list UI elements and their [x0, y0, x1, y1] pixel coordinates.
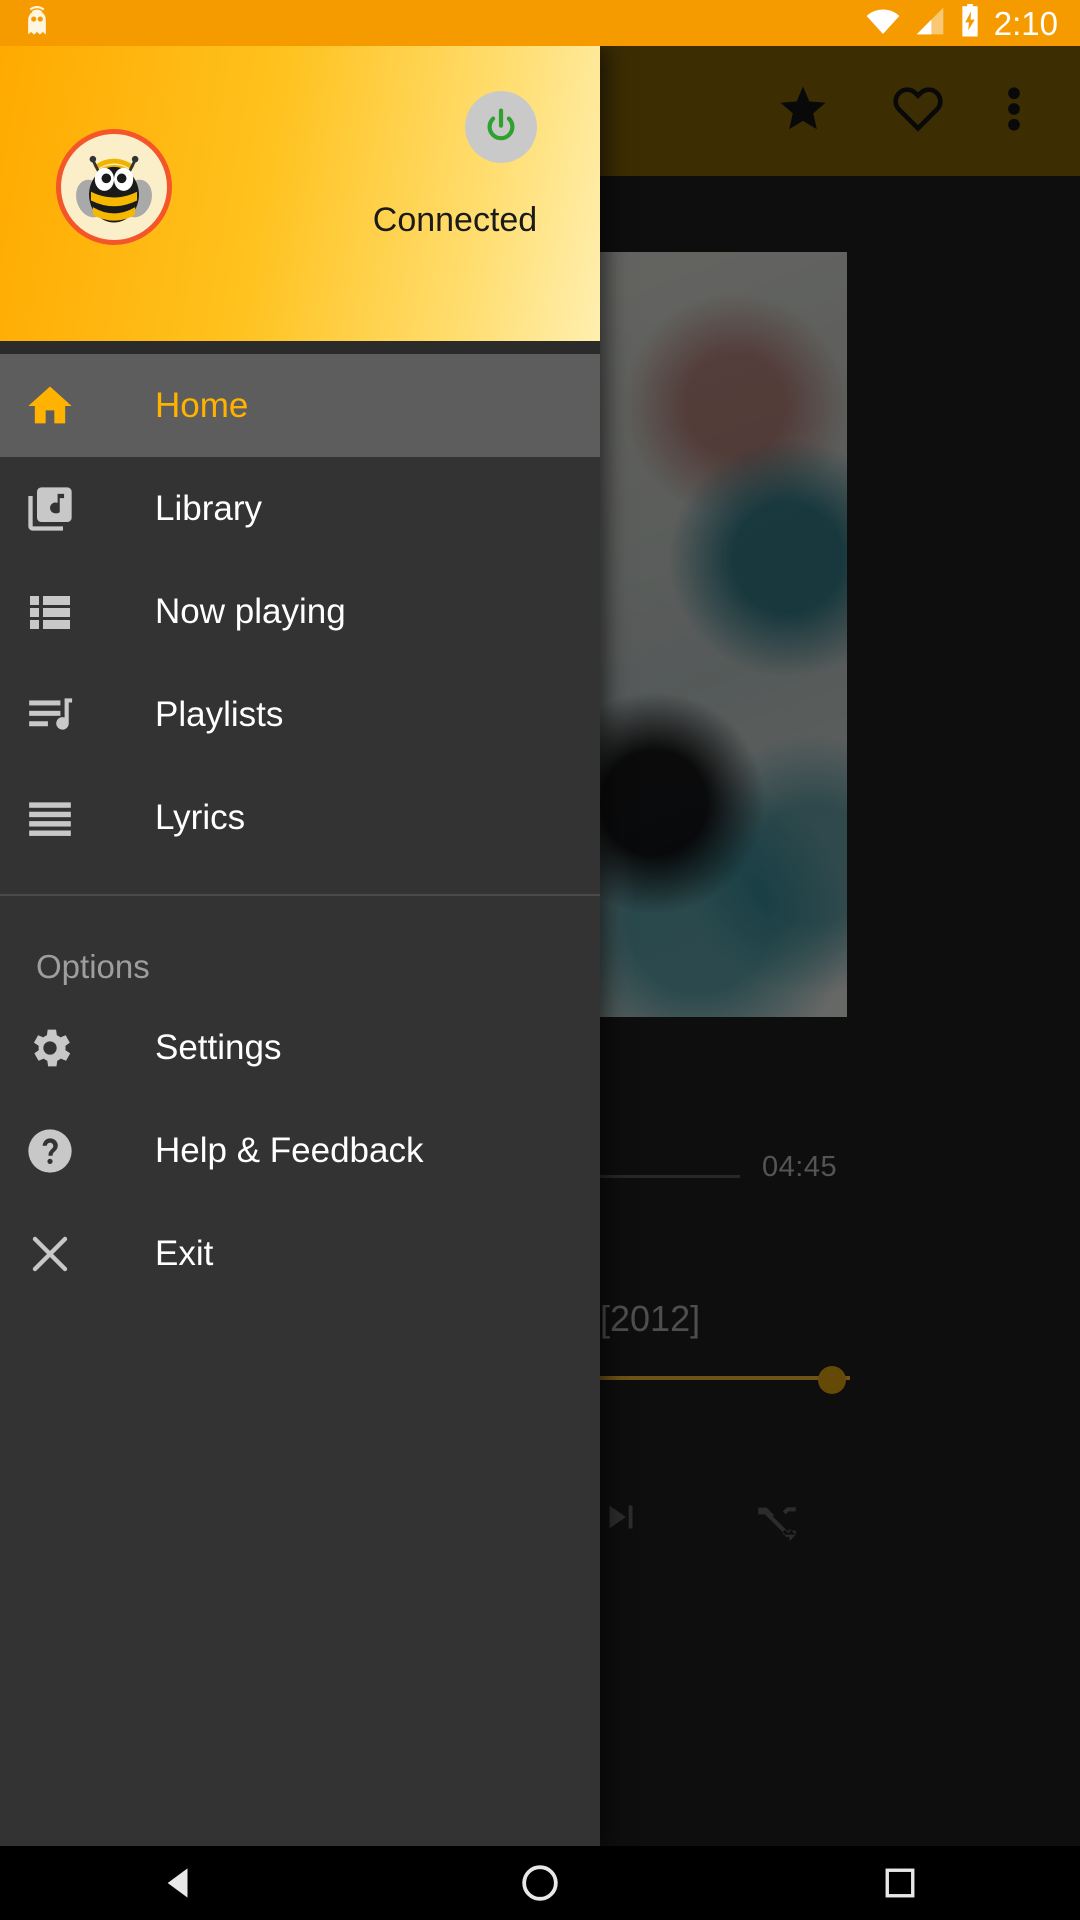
home-icon	[0, 380, 100, 432]
drawer-header: Connected	[0, 46, 600, 341]
sidebar-item-playlists[interactable]: Playlists	[0, 663, 600, 766]
status-bar-notifications	[0, 2, 54, 45]
power-icon	[487, 108, 515, 141]
status-bar: 2:10	[0, 0, 1080, 46]
recents-square-icon[interactable]	[840, 1866, 960, 1900]
sidebar-item-exit[interactable]: Exit	[0, 1202, 600, 1305]
sidebar-item-label: Settings	[155, 1027, 282, 1067]
close-x-icon	[0, 1230, 100, 1278]
sidebar-item-library[interactable]: Library	[0, 457, 600, 560]
lyrics-lines-icon	[0, 793, 100, 843]
sidebar-item-label: Lyrics	[155, 797, 246, 837]
back-triangle-icon[interactable]	[120, 1863, 240, 1903]
sidebar-item-help-feedback[interactable]: Help & Feedback	[0, 1099, 600, 1202]
sidebar-item-label: Playlists	[155, 694, 284, 734]
queue-list-icon	[0, 588, 100, 636]
library-music-icon	[0, 483, 100, 535]
sidebar-item-label: Exit	[155, 1233, 214, 1273]
bee-avatar-icon[interactable]	[56, 129, 172, 245]
status-bar-indicators: 2:10	[865, 3, 1080, 43]
gear-icon	[0, 1023, 100, 1073]
power-button[interactable]	[465, 91, 537, 163]
drawer-header-gap	[0, 341, 600, 354]
sidebar-item-label: Home	[155, 385, 249, 425]
battery-charging-icon	[959, 3, 981, 43]
connection-status-label: Connected	[372, 201, 538, 239]
cell-signal-icon	[914, 6, 946, 41]
sidebar-item-label: Now playing	[155, 591, 346, 631]
help-icon	[0, 1125, 100, 1177]
playlist-music-icon	[0, 690, 100, 740]
navigation-drawer: Connected Home Library Now playing Playl…	[0, 46, 600, 1846]
status-bar-clock: 2:10	[993, 4, 1058, 42]
sidebar-item-label: Library	[155, 488, 262, 528]
system-navigation-bar	[0, 1846, 1080, 1920]
sidebar-item-lyrics[interactable]: Lyrics	[0, 766, 600, 869]
app-screen: 04:45 [2012] Connected Home Library Now …	[0, 0, 1080, 1920]
sidebar-item-settings[interactable]: Settings	[0, 996, 600, 1099]
home-circle-icon[interactable]	[480, 1864, 600, 1902]
sidebar-item-label: Help & Feedback	[155, 1130, 424, 1170]
wifi-icon	[865, 6, 901, 41]
sidebar-item-home[interactable]: Home	[0, 354, 600, 457]
options-section-header: Options	[36, 948, 150, 985]
sidebar-item-now-playing[interactable]: Now playing	[0, 560, 600, 663]
ghost-notification-icon	[20, 2, 54, 45]
